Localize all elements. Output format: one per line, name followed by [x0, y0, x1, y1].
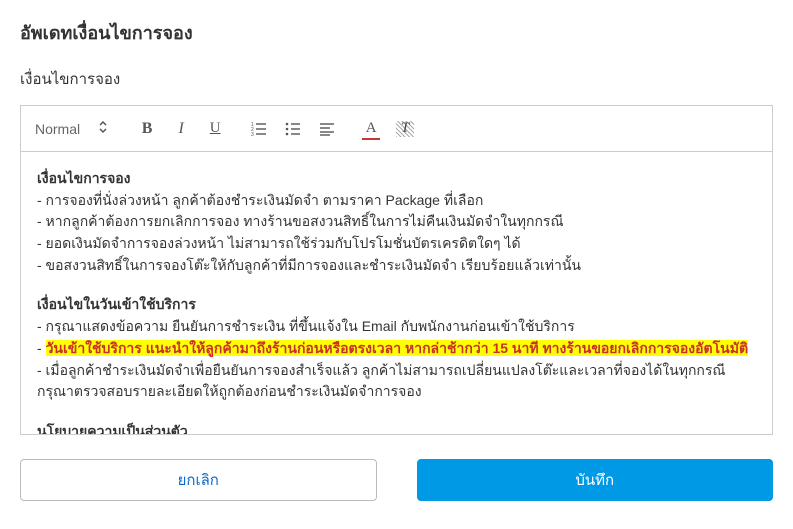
- content-heading: เงื่อนไขในวันเข้าใช้บริการ: [37, 294, 756, 316]
- svg-text:3: 3: [251, 132, 254, 136]
- format-select-value: Normal: [35, 121, 80, 137]
- editor-toolbar: Normal B I U 1 2 3: [21, 106, 772, 152]
- content-line-highlighted: - วันเข้าใช้บริการ แนะนำให้ลูกค้ามาถึงร้…: [37, 338, 756, 360]
- content-heading: นโยบายความเป็นส่วนตัว: [37, 421, 756, 434]
- content-line: กรุณาตรวจสอบรายละเอียดให้ถูกต้องก่อนชำระ…: [37, 381, 756, 403]
- footer-actions: ยกเลิก บันทึก: [20, 459, 773, 501]
- highlighted-text: วันเข้าใช้บริการ แนะนำให้ลูกค้ามาถึงร้าน…: [46, 340, 748, 356]
- section-label: เงื่อนไขการจอง: [20, 67, 773, 91]
- content-line: - หากลูกค้าต้องการยกเลิกการจอง ทางร้านขอ…: [37, 211, 756, 233]
- color-group: A T: [360, 118, 416, 140]
- format-select[interactable]: Normal: [35, 120, 108, 137]
- list-group: 1 2 3: [248, 118, 338, 140]
- unordered-list-button[interactable]: [282, 118, 304, 140]
- content-line: - เมื่อลูกค้าชำระเงินมัดจำเพื่อยืนยันการ…: [37, 360, 756, 382]
- content-heading: เงื่อนไขการจอง: [37, 168, 756, 190]
- text-style-group: B I U: [136, 118, 226, 140]
- bold-button[interactable]: B: [136, 118, 158, 140]
- chevron-updown-icon: [98, 120, 108, 137]
- cancel-button[interactable]: ยกเลิก: [20, 459, 377, 501]
- italic-button[interactable]: I: [170, 118, 192, 140]
- content-line: - ขอสงวนสิทธิ์ในการจองโต๊ะให้กับลูกค้าที…: [37, 255, 756, 277]
- ordered-list-button[interactable]: 1 2 3: [248, 118, 270, 140]
- content-line: - ยอดเงินมัดจำการจองล่วงหน้า ไม่สามารถใช…: [37, 233, 756, 255]
- underline-button[interactable]: U: [204, 118, 226, 140]
- rich-text-editor: Normal B I U 1 2 3: [20, 105, 773, 435]
- font-color-button[interactable]: A: [360, 118, 382, 140]
- clear-format-button[interactable]: T: [394, 118, 416, 140]
- editor-content[interactable]: เงื่อนไขการจอง - การจองที่นั่งล่วงหน้า ล…: [21, 152, 772, 434]
- align-button[interactable]: [316, 118, 338, 140]
- content-line: - การจองที่นั่งล่วงหน้า ลูกค้าต้องชำระเง…: [37, 190, 756, 212]
- save-button[interactable]: บันทึก: [417, 459, 774, 501]
- page-title: อัพเดทเงื่อนไขการจอง: [20, 18, 773, 47]
- content-line: - กรุณาแสดงข้อความ ยืนยันการชำระเงิน ที่…: [37, 316, 756, 338]
